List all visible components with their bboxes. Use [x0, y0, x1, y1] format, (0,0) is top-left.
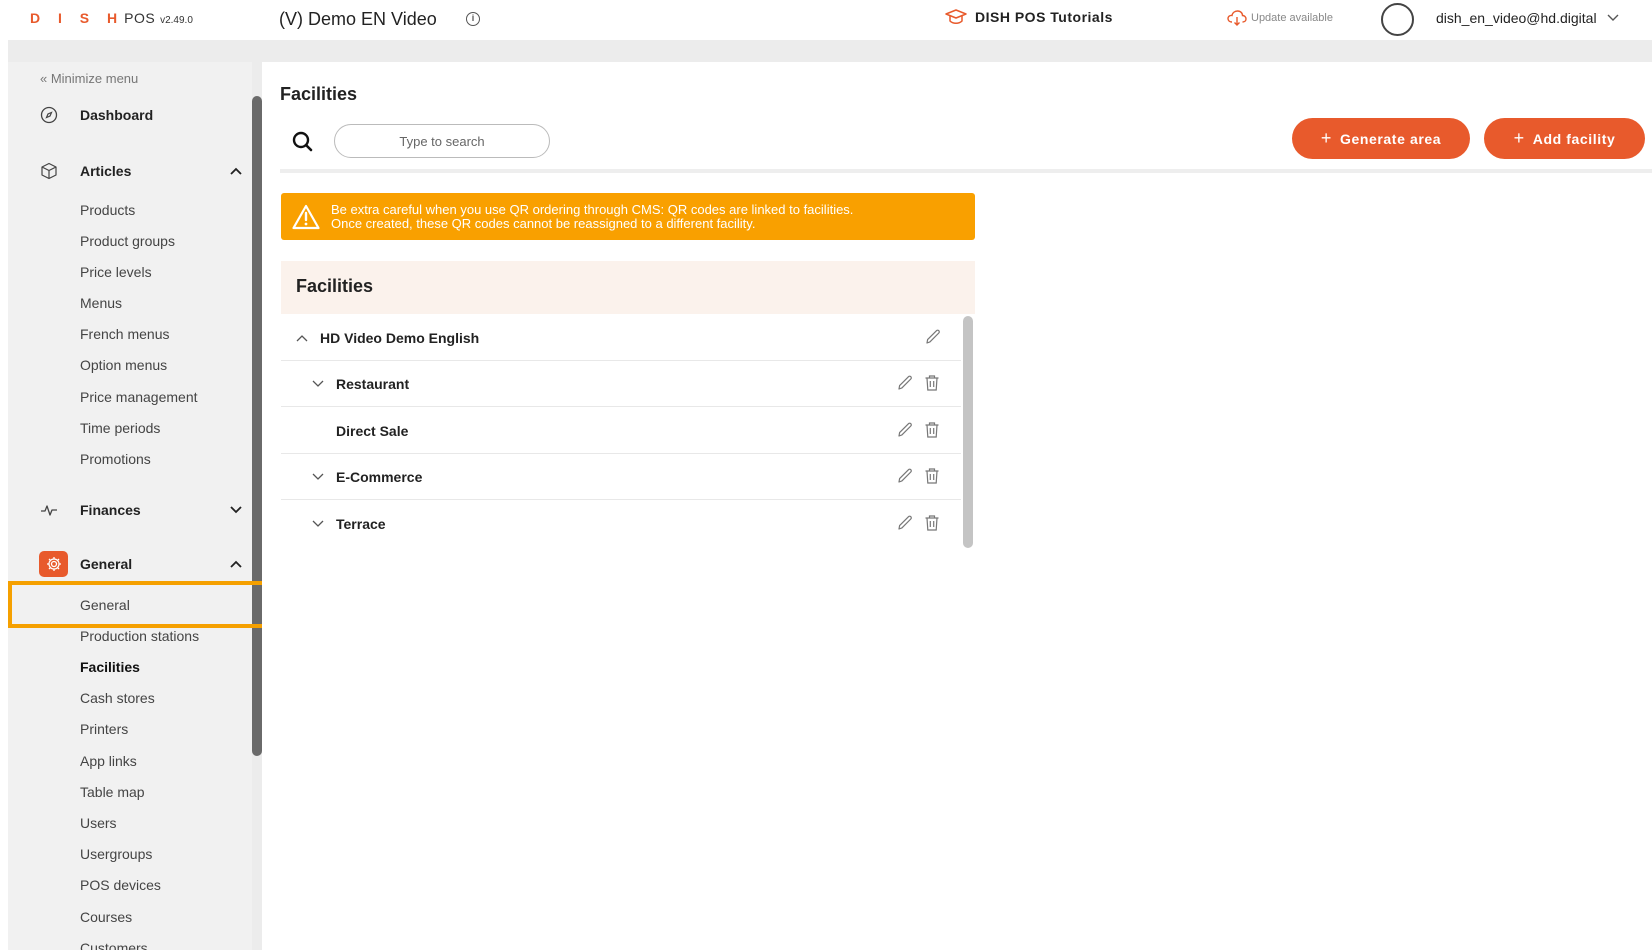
plus-icon: +	[1320, 128, 1332, 148]
box-icon	[41, 162, 57, 180]
facility-name: E-Commerce	[336, 468, 423, 485]
trash-icon[interactable]	[924, 467, 940, 488]
user-email: dish_en_video@hd.digital	[1436, 10, 1597, 26]
warning-line-1: Be extra careful when you use QR orderin…	[331, 201, 854, 217]
update-available[interactable]: Update available	[1227, 10, 1333, 26]
sidebar-label-general: General	[80, 556, 133, 572]
chevron-down-icon[interactable]	[311, 470, 325, 484]
cloud-download-icon	[1227, 10, 1247, 26]
plus-icon: +	[1513, 128, 1525, 148]
graduation-cap-icon	[945, 9, 967, 24]
generate-area-label: Generate area	[1339, 130, 1442, 147]
sidebar-item-customers[interactable]: Customers	[80, 940, 148, 950]
chevron-up-icon	[230, 167, 242, 175]
logo-pos: POS	[124, 10, 156, 26]
sidebar-item-promotions[interactable]: Promotions	[80, 451, 151, 467]
sidebar-label-finances: Finances	[80, 502, 141, 518]
facility-row[interactable]: Restaurant	[281, 361, 961, 407]
chevron-up-icon	[230, 560, 242, 568]
page-title: Facilities	[280, 84, 358, 104]
search-icon[interactable]	[292, 131, 314, 153]
sidebar-item-facilities[interactable]: Facilities	[80, 659, 140, 675]
facility-row[interactable]: Terrace	[281, 501, 961, 547]
chevron-down-icon	[230, 506, 242, 514]
sidebar-item-product-groups[interactable]: Product groups	[80, 233, 175, 249]
info-icon[interactable]: i	[466, 12, 480, 26]
version-label: v2.49.0	[160, 15, 193, 26]
warning-text: Be extra careful when you use QR orderin…	[331, 201, 854, 231]
top-bar: D I S HPOS v2.49.0 (V) Demo EN Video i D…	[0, 0, 1652, 40]
edit-icon[interactable]	[896, 374, 914, 395]
facilities-scrollbar[interactable]	[963, 316, 973, 548]
sidebar-item-articles[interactable]: Articles	[40, 160, 242, 182]
sidebar-item-time-periods[interactable]: Time periods	[80, 420, 160, 436]
sidebar-item-option-menus[interactable]: Option menus	[80, 357, 167, 373]
sidebar-item-table-map[interactable]: Table map	[80, 784, 145, 800]
sidebar-item-dashboard[interactable]: Dashboard	[40, 104, 153, 126]
add-facility-button[interactable]: + Add facility	[1484, 118, 1645, 159]
sidebar-scrollbar[interactable]	[252, 96, 262, 756]
highlight-box	[8, 581, 277, 628]
facility-name: Restaurant	[336, 375, 410, 392]
activity-icon	[41, 505, 57, 516]
sidebar-item-usergroups[interactable]: Usergroups	[80, 846, 152, 862]
search-input[interactable]	[334, 124, 550, 158]
generate-area-button[interactable]: + Generate area	[1292, 118, 1470, 159]
dish-pos-logo[interactable]: D I S HPOS v2.49.0	[30, 10, 193, 26]
edit-icon[interactable]	[896, 514, 914, 535]
trash-icon[interactable]	[924, 514, 940, 535]
sidebar-item-price-management[interactable]: Price management	[80, 389, 198, 405]
minimize-menu-button[interactable]: « Minimize menu	[40, 71, 138, 86]
add-facility-label: Add facility	[1532, 130, 1616, 147]
header-divider	[280, 169, 1652, 173]
facility-row[interactable]: HD Video Demo English	[281, 315, 961, 361]
sidebar-label-dashboard: Dashboard	[80, 107, 154, 123]
sidebar-item-finances[interactable]: Finances	[40, 499, 242, 521]
sidebar-item-app-links[interactable]: App links	[80, 753, 137, 769]
facility-row[interactable]: E-Commerce	[281, 454, 961, 500]
user-menu[interactable]: dish_en_video@hd.digital	[1436, 10, 1619, 26]
facility-name: HD Video Demo English	[320, 329, 480, 346]
trash-icon[interactable]	[924, 421, 940, 442]
facility-row[interactable]: Direct Sale	[281, 408, 961, 454]
sidebar-item-pos-devices[interactable]: POS devices	[80, 877, 161, 893]
chevron-down-icon	[1607, 14, 1619, 21]
facility-name: Direct Sale	[336, 422, 409, 439]
sidebar-item-products[interactable]: Products	[80, 202, 135, 218]
sidebar-item-printers[interactable]: Printers	[80, 721, 128, 737]
sidebar-item-production-stations[interactable]: Production stations	[80, 628, 199, 644]
tutorials-link[interactable]: DISH POS Tutorials	[945, 9, 1113, 25]
edit-icon[interactable]	[896, 421, 914, 442]
sidebar-item-cash-stores[interactable]: Cash stores	[80, 690, 155, 706]
facility-name: Terrace	[336, 516, 386, 532]
compass-icon	[40, 106, 58, 124]
trash-icon[interactable]	[924, 374, 940, 395]
sidebar-item-french-menus[interactable]: French menus	[80, 326, 169, 342]
tutorials-label: DISH POS Tutorials	[975, 9, 1113, 25]
sidebar-item-price-levels[interactable]: Price levels	[80, 264, 152, 280]
facilities-table-title: Facilities	[296, 276, 374, 296]
sidebar-item-menus[interactable]: Menus	[80, 295, 122, 311]
sidebar-item-courses[interactable]: Courses	[80, 909, 132, 925]
account-name[interactable]: (V) Demo EN Video	[279, 9, 437, 30]
facilities-table-header: Facilities	[281, 261, 975, 314]
warning-line-2: Once created, these QR codes cannot be r…	[331, 215, 756, 231]
chevron-up-icon[interactable]	[295, 331, 309, 345]
sidebar-item-users[interactable]: Users	[80, 815, 117, 831]
gear-icon	[46, 557, 61, 571]
update-label: Update available	[1251, 12, 1333, 24]
sidebar-label-articles: Articles	[80, 163, 132, 179]
warning-triangle-icon	[292, 204, 320, 229]
chevron-down-icon[interactable]	[311, 377, 325, 391]
edit-icon[interactable]	[896, 467, 914, 488]
avatar[interactable]	[1381, 3, 1414, 36]
sidebar-item-general[interactable]: General	[39, 551, 242, 577]
qr-warning-banner: Be extra careful when you use QR orderin…	[281, 193, 975, 240]
chevron-down-icon[interactable]	[311, 517, 325, 531]
logo-letters: D I S H	[30, 10, 125, 26]
edit-icon[interactable]	[924, 328, 942, 349]
